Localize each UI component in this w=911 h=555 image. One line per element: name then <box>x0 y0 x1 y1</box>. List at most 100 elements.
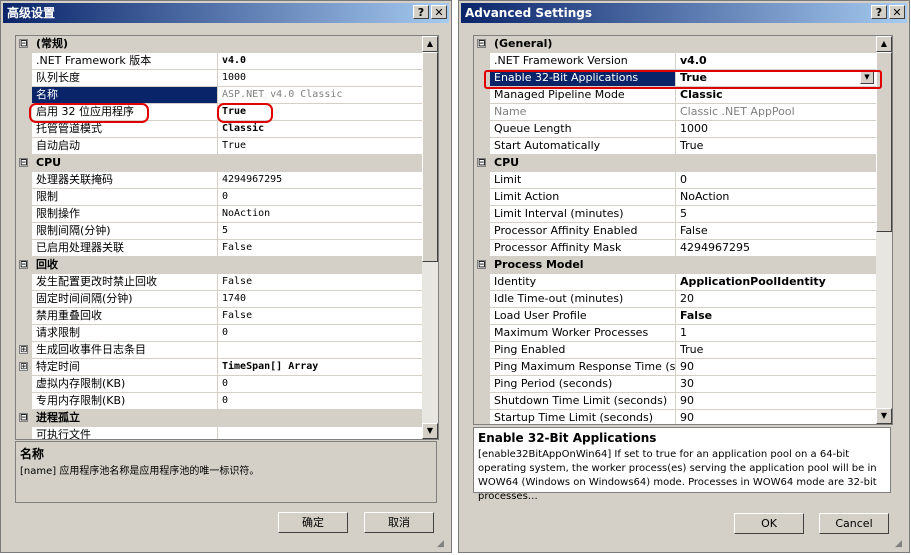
property-value[interactable]: NoAction <box>219 206 422 222</box>
help-button[interactable]: ? <box>413 5 429 19</box>
property-row[interactable]: Limit Interval (minutes) 5 <box>474 206 876 223</box>
property-row[interactable]: Ping Maximum Response Time (seconds)90 <box>474 359 876 376</box>
help-button[interactable]: ? <box>871 5 887 19</box>
property-row[interactable]: 已启用处理器关联 False <box>16 240 422 257</box>
property-value[interactable]: NoAction <box>677 189 876 205</box>
expand-icon[interactable]: ⊞ <box>19 362 28 372</box>
property-value[interactable]: True <box>677 342 876 358</box>
property-row[interactable]: Processor Affinity Mask 4294967295 <box>474 240 876 257</box>
scroll-up-arrow-icon[interactable]: ▲ <box>876 36 892 52</box>
property-row[interactable]: 名称 ASP.NET v4.0 Classic <box>16 87 422 104</box>
property-row[interactable]: .NET Framework 版本 v4.0 <box>16 53 422 70</box>
close-button[interactable]: ✕ <box>431 5 447 19</box>
property-row[interactable]: Identity ApplicationPoolIdentity <box>474 274 876 291</box>
close-button[interactable]: ✕ <box>889 5 905 19</box>
property-value[interactable]: True <box>677 70 876 86</box>
property-row[interactable]: Idle Time-out (minutes) 20 <box>474 291 876 308</box>
property-value[interactable]: Classic <box>677 87 876 103</box>
property-row[interactable]: 限制间隔(分钟) 5 <box>16 223 422 240</box>
property-row[interactable]: Queue Length 1000 <box>474 121 876 138</box>
property-value[interactable]: False <box>219 308 422 324</box>
collapse-icon[interactable]: ⊟ <box>477 260 486 270</box>
property-value[interactable]: 0 <box>219 325 422 341</box>
property-value[interactable]: 1000 <box>219 70 422 86</box>
property-row[interactable]: Load User Profile False <box>474 308 876 325</box>
property-value[interactable]: ApplicationPoolIdentity <box>677 274 876 290</box>
ok-button[interactable]: OK <box>734 513 804 534</box>
scroll-thumb[interactable] <box>422 52 438 262</box>
property-value[interactable]: 0 <box>219 393 422 409</box>
collapse-icon[interactable]: ⊟ <box>19 413 28 423</box>
vertical-scrollbar[interactable]: ▲ ▼ <box>876 36 892 424</box>
scroll-up-arrow-icon[interactable]: ▲ <box>422 36 438 52</box>
property-row[interactable]: Processor Affinity Enabled False <box>474 223 876 240</box>
scroll-down-arrow-icon[interactable]: ▼ <box>422 423 438 439</box>
dropdown-arrow-icon[interactable]: ▼ <box>860 71 874 84</box>
property-value[interactable]: 0 <box>219 189 422 205</box>
property-row[interactable]: 请求限制 0 <box>16 325 422 342</box>
property-value[interactable]: 1740 <box>219 291 422 307</box>
resize-grip-icon[interactable]: ◢ <box>437 538 449 550</box>
property-row[interactable]: 发生配置更改时禁止回收 False <box>16 274 422 291</box>
property-row[interactable]: Enable 32-Bit Applications True ▼ <box>474 70 876 87</box>
property-row[interactable]: 限制 0 <box>16 189 422 206</box>
property-value[interactable]: True <box>219 138 422 154</box>
cancel-button[interactable]: 取消 <box>364 512 434 533</box>
property-value[interactable]: 5 <box>677 206 876 222</box>
property-value[interactable]: v4.0 <box>219 53 422 69</box>
property-value[interactable]: 90 <box>677 410 876 424</box>
property-row[interactable]: 托管管道模式 Classic <box>16 121 422 138</box>
property-row[interactable]: 专用内存限制(KB) 0 <box>16 393 422 410</box>
property-value[interactable]: 90 <box>677 393 876 409</box>
property-row[interactable]: 虚拟内存限制(KB) 0 <box>16 376 422 393</box>
category-row[interactable]: ⊟ Process Model <box>474 257 876 274</box>
property-row[interactable]: Limit 0 <box>474 172 876 189</box>
category-row[interactable]: ⊟ (General) <box>474 36 876 53</box>
property-value[interactable]: False <box>219 274 422 290</box>
property-row[interactable]: 处理器关联掩码 4294967295 <box>16 172 422 189</box>
collapse-icon[interactable]: ⊟ <box>19 158 28 168</box>
property-value[interactable]: 0 <box>219 376 422 392</box>
property-row[interactable]: ⊞ 生成回收事件日志条目 <box>16 342 422 359</box>
ok-button[interactable]: 确定 <box>278 512 348 533</box>
category-row[interactable]: ⊟ CPU <box>16 155 422 172</box>
property-row[interactable]: Shutdown Time Limit (seconds) 90 <box>474 393 876 410</box>
property-row[interactable]: 自动启动 True <box>16 138 422 155</box>
category-row[interactable]: ⊟ 进程孤立 <box>16 410 422 427</box>
property-value[interactable]: 4294967295 <box>219 172 422 188</box>
property-value[interactable]: 90 <box>677 359 876 375</box>
property-value[interactable]: 0 <box>677 172 876 188</box>
scroll-thumb[interactable] <box>876 52 892 232</box>
property-value[interactable]: 1 <box>677 325 876 341</box>
property-value[interactable]: False <box>219 240 422 256</box>
category-row[interactable]: ⊟ (常规) <box>16 36 422 53</box>
property-value[interactable]: ASP.NET v4.0 Classic <box>219 87 422 103</box>
property-value[interactable]: True <box>219 104 422 120</box>
scroll-down-arrow-icon[interactable]: ▼ <box>876 408 892 424</box>
property-row[interactable]: 固定时间间隔(分钟) 1740 <box>16 291 422 308</box>
property-value[interactable]: 30 <box>677 376 876 392</box>
collapse-icon[interactable]: ⊟ <box>477 39 486 49</box>
property-row[interactable]: Maximum Worker Processes 1 <box>474 325 876 342</box>
cancel-button[interactable]: Cancel <box>819 513 889 534</box>
collapse-icon[interactable]: ⊟ <box>19 260 28 270</box>
property-value[interactable] <box>219 342 422 358</box>
property-row[interactable]: Limit Action NoAction <box>474 189 876 206</box>
property-value[interactable]: 1000 <box>677 121 876 137</box>
property-value[interactable]: Classic .NET AppPool <box>677 104 876 120</box>
property-value[interactable]: Classic <box>219 121 422 137</box>
property-value[interactable]: False <box>677 223 876 239</box>
property-value[interactable]: TimeSpan[] Array <box>219 359 422 375</box>
collapse-icon[interactable]: ⊟ <box>19 39 28 49</box>
property-row[interactable]: 启用 32 位应用程序 True <box>16 104 422 121</box>
property-row[interactable]: Ping Enabled True <box>474 342 876 359</box>
property-row[interactable]: 禁用重叠回收 False <box>16 308 422 325</box>
category-row[interactable]: ⊟ CPU <box>474 155 876 172</box>
property-value[interactable]: False <box>677 308 876 324</box>
property-value[interactable]: 5 <box>219 223 422 239</box>
property-row[interactable]: 限制操作 NoAction <box>16 206 422 223</box>
property-row[interactable]: Start Automatically True <box>474 138 876 155</box>
property-row[interactable]: Name Classic .NET AppPool <box>474 104 876 121</box>
property-row[interactable]: Ping Period (seconds) 30 <box>474 376 876 393</box>
property-value[interactable]: 4294967295 <box>677 240 876 256</box>
